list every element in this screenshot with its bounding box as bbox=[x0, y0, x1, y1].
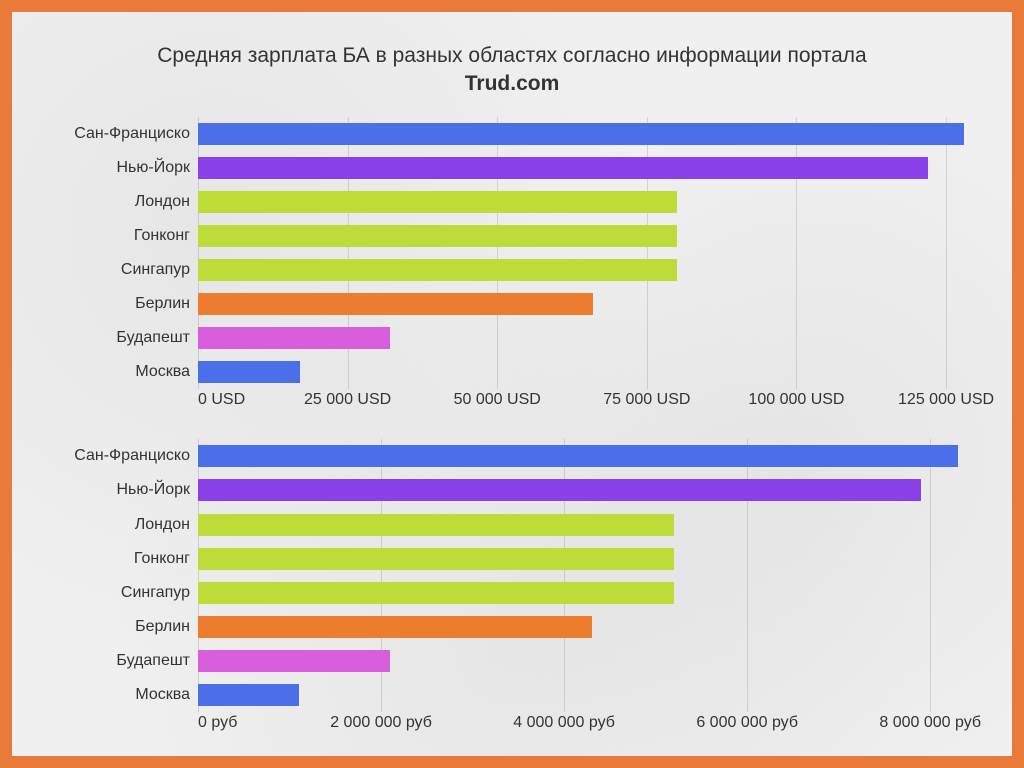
bar bbox=[198, 191, 677, 213]
category-label: Сингапур bbox=[48, 261, 198, 279]
bar bbox=[198, 293, 593, 315]
plot-area: Сан-Франциско Нью-Йорк Лондон Гонконг Сингап… bbox=[198, 439, 976, 712]
bar-row: Гонконг bbox=[198, 225, 976, 247]
category-label: Нью-Йорк bbox=[48, 159, 198, 177]
axis-tick-label: 6 000 000 руб bbox=[696, 714, 798, 732]
bar bbox=[198, 479, 921, 501]
category-label: Берлин bbox=[48, 295, 198, 313]
title-line-1: Средняя зарплата БА в разных областях со… bbox=[157, 44, 867, 67]
title-line-2: Trud.com bbox=[465, 72, 560, 95]
bar bbox=[198, 548, 674, 570]
axis-tick-label: 4 000 000 руб bbox=[513, 714, 615, 732]
category-label: Будапешт bbox=[48, 652, 198, 670]
axis-tick-label: 50 000 USD bbox=[454, 391, 541, 409]
category-label: Сингапур bbox=[48, 584, 198, 602]
bar-row: Берлин bbox=[198, 293, 976, 315]
axis-tick-label: 75 000 USD bbox=[603, 391, 690, 409]
x-axis: 0 USD 25 000 USD 50 000 USD 75 000 USD 100 0… bbox=[198, 389, 976, 413]
category-label: Нью-Йорк bbox=[48, 481, 198, 499]
bar-row: Нью-Йорк bbox=[198, 479, 976, 501]
bar-row: Лондон bbox=[198, 514, 976, 536]
bar-rows: Сан-Франциско Нью-Йорк Лондон Гонконг Сингап… bbox=[198, 439, 976, 712]
bar bbox=[198, 445, 958, 467]
bar-row: Будапешт bbox=[198, 650, 976, 672]
bar-rows: Сан-Франциско Нью-Йорк Лондон Гонконг Сингап… bbox=[198, 117, 976, 390]
category-label: Лондон bbox=[48, 193, 198, 211]
bar-row: Сингапур bbox=[198, 582, 976, 604]
bar-row: Сан-Франциско bbox=[198, 123, 976, 145]
bar bbox=[198, 361, 300, 383]
axis-tick-label: 0 USD bbox=[198, 391, 245, 409]
bar bbox=[198, 650, 390, 672]
chart-frame: Средняя зарплата БА в разных областях со… bbox=[12, 12, 1012, 756]
bar bbox=[198, 157, 928, 179]
bar-row: Гонконг bbox=[198, 548, 976, 570]
chart-title: Средняя зарплата БА в разных областях со… bbox=[48, 42, 976, 99]
category-label: Сан-Франциско bbox=[48, 125, 198, 143]
bar-row: Сингапур bbox=[198, 259, 976, 281]
bar bbox=[198, 225, 677, 247]
bar bbox=[198, 327, 390, 349]
axis-tick-label: 0 руб bbox=[198, 714, 237, 732]
axis-tick-label: 100 000 USD bbox=[748, 391, 844, 409]
x-axis: 0 руб 2 000 000 руб 4 000 000 руб 6 000 000… bbox=[198, 712, 976, 736]
bar-row: Лондон bbox=[198, 191, 976, 213]
bar-row: Нью-Йорк bbox=[198, 157, 976, 179]
bar-chart-usd: Сан-ФранцискоНью-ЙоркЛондонГонконгСингап… bbox=[48, 117, 976, 414]
bar bbox=[198, 616, 592, 638]
bar bbox=[198, 123, 964, 145]
bar bbox=[198, 514, 674, 536]
bar bbox=[198, 684, 299, 706]
axis-tick-label: 125 000 USD bbox=[898, 391, 994, 409]
bar-row: Москва bbox=[198, 684, 976, 706]
category-label: Москва bbox=[48, 686, 198, 704]
axis-tick-label: 25 000 USD bbox=[304, 391, 391, 409]
category-label: Москва bbox=[48, 363, 198, 381]
charts-container: Сан-ФранцискоНью-ЙоркЛондонГонконгСингап… bbox=[48, 117, 976, 736]
chart-gap bbox=[48, 413, 976, 439]
plot-area: Сан-Франциско Нью-Йорк Лондон Гонконг Сингап… bbox=[198, 117, 976, 390]
category-label: Гонконг bbox=[48, 227, 198, 245]
category-label: Берлин bbox=[48, 618, 198, 636]
bar bbox=[198, 582, 674, 604]
bar bbox=[198, 259, 677, 281]
category-label: Гонконг bbox=[48, 550, 198, 568]
bar-chart-руб: Сан-ФранцискоНью-ЙоркЛондонГонконгСингап… bbox=[48, 439, 976, 736]
bar-row: Будапешт bbox=[198, 327, 976, 349]
category-label: Сан-Франциско bbox=[48, 447, 198, 465]
axis-tick-label: 2 000 000 руб bbox=[330, 714, 432, 732]
bar-row: Берлин bbox=[198, 616, 976, 638]
category-label: Лондон bbox=[48, 516, 198, 534]
category-label: Будапешт bbox=[48, 329, 198, 347]
axis-tick-label: 8 000 000 руб bbox=[879, 714, 981, 732]
bar-row: Москва bbox=[198, 361, 976, 383]
bar-row: Сан-Франциско bbox=[198, 445, 976, 467]
